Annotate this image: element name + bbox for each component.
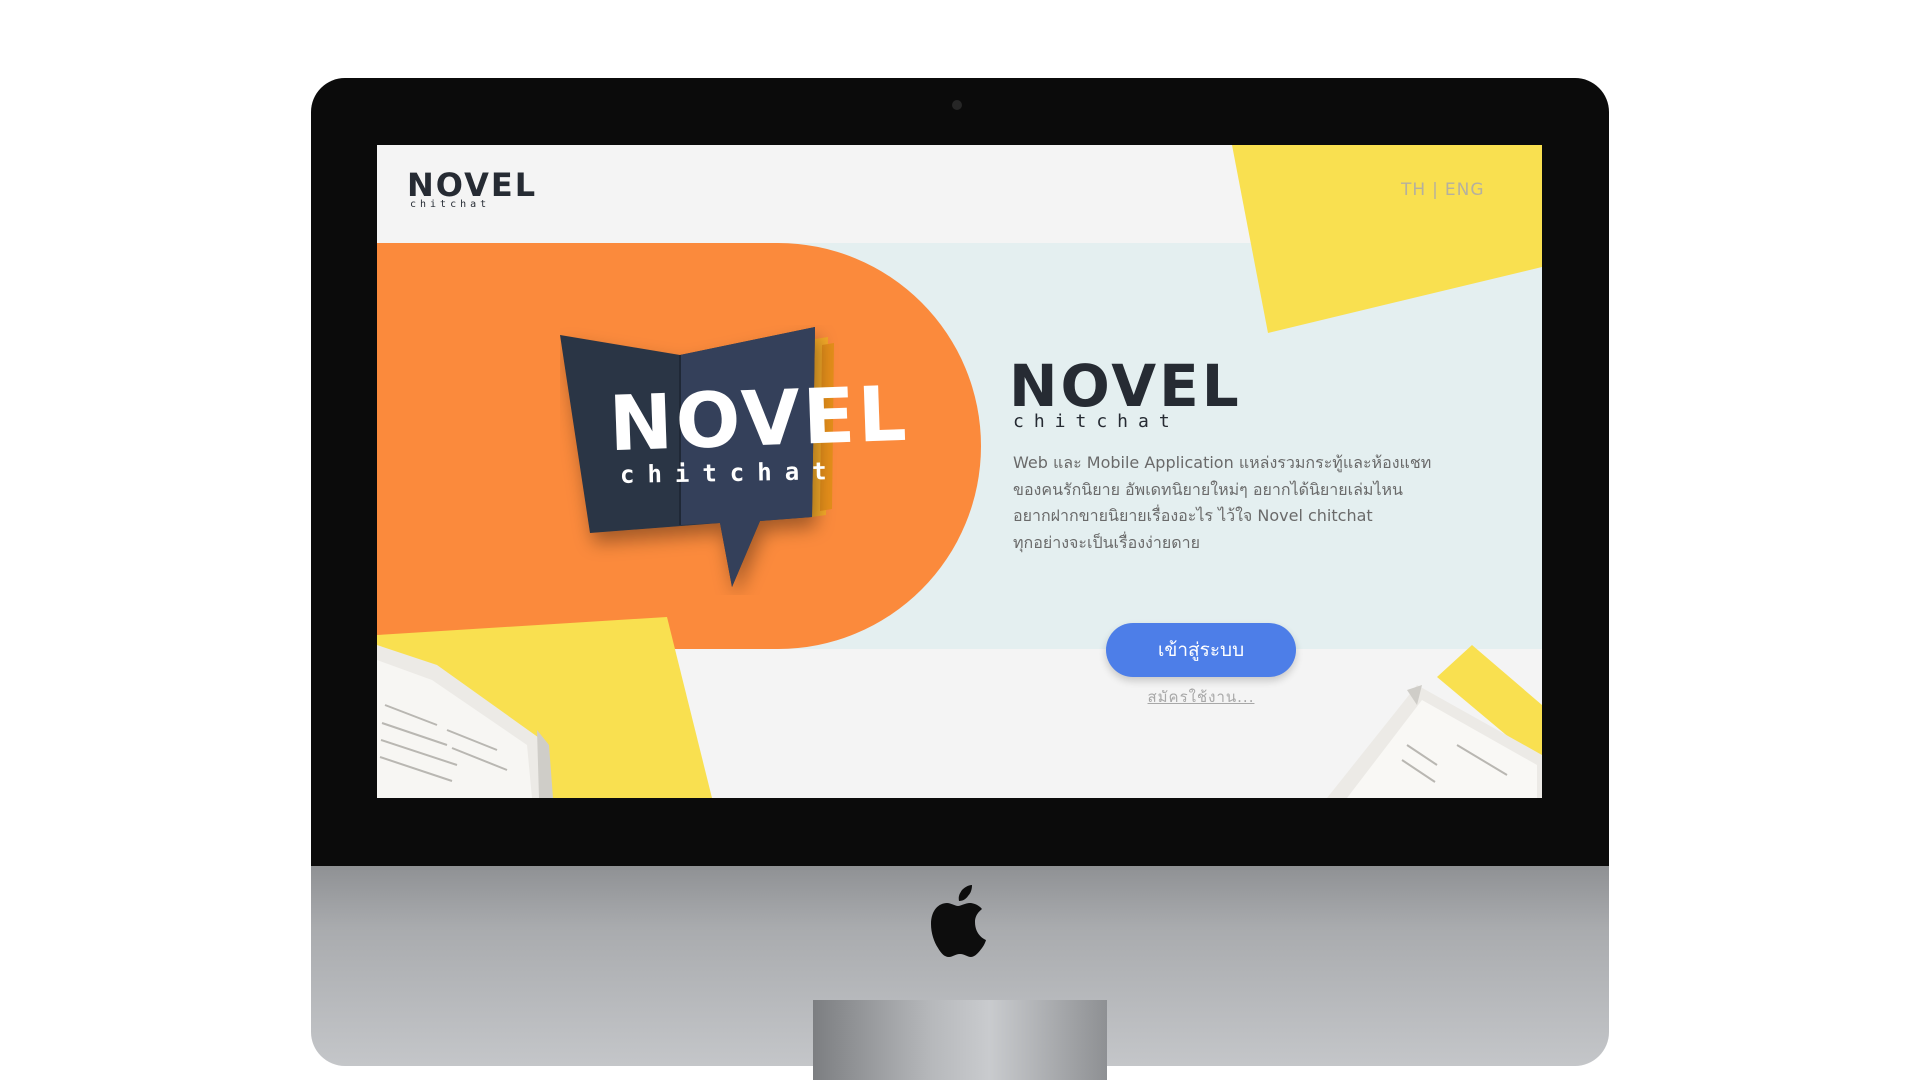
login-button[interactable]: เข้าสู่ระบบ — [1106, 623, 1296, 677]
signup-link[interactable]: สมัครใช้งาน... — [1146, 685, 1256, 709]
description-line: ทุกอย่างจะเป็นเรื่องง่ายดาย — [1013, 532, 1200, 552]
screen: NOVEL chitchat TH | ENG NOVEL chitchat NOV… — [377, 145, 1542, 798]
language-eng[interactable]: ENG — [1445, 180, 1485, 200]
header-logo-word: NOVEL — [407, 166, 538, 204]
book-bottom-left-icon — [377, 645, 553, 798]
description-line: ของคนรักนิยาย อัพเดทนิยายใหม่ๆ อยากได้นิ… — [1013, 479, 1403, 499]
camera-dot — [952, 100, 962, 110]
imac-stand — [813, 1000, 1107, 1080]
header-logo[interactable]: NOVEL chitchat — [407, 169, 537, 210]
apple-logo-icon — [931, 885, 986, 957]
description-line: Web และ Mobile Application แหล่งรวมกระทู… — [1013, 453, 1432, 472]
language-separator: | — [1432, 180, 1439, 200]
language-switch: TH | ENG — [1401, 180, 1485, 200]
hero-brand-logo: NOVEL chitchat — [1009, 357, 1242, 431]
description-line: อยากฝากขายนิยายเรื่องอะไร ไว้ใจ Novel ch… — [1013, 506, 1373, 525]
hero-brand-word: NOVEL — [1009, 352, 1242, 420]
book-bottom-right-icon — [1327, 685, 1542, 798]
language-th[interactable]: TH — [1401, 180, 1426, 200]
book-logo-subtitle: chitchat — [619, 457, 840, 489]
hero-description: Web และ Mobile Application แหล่งรวมกระทู… — [1013, 450, 1443, 556]
book-logo-word: NOVEL — [607, 368, 911, 469]
yellow-shape-bottom-right — [1437, 645, 1542, 765]
